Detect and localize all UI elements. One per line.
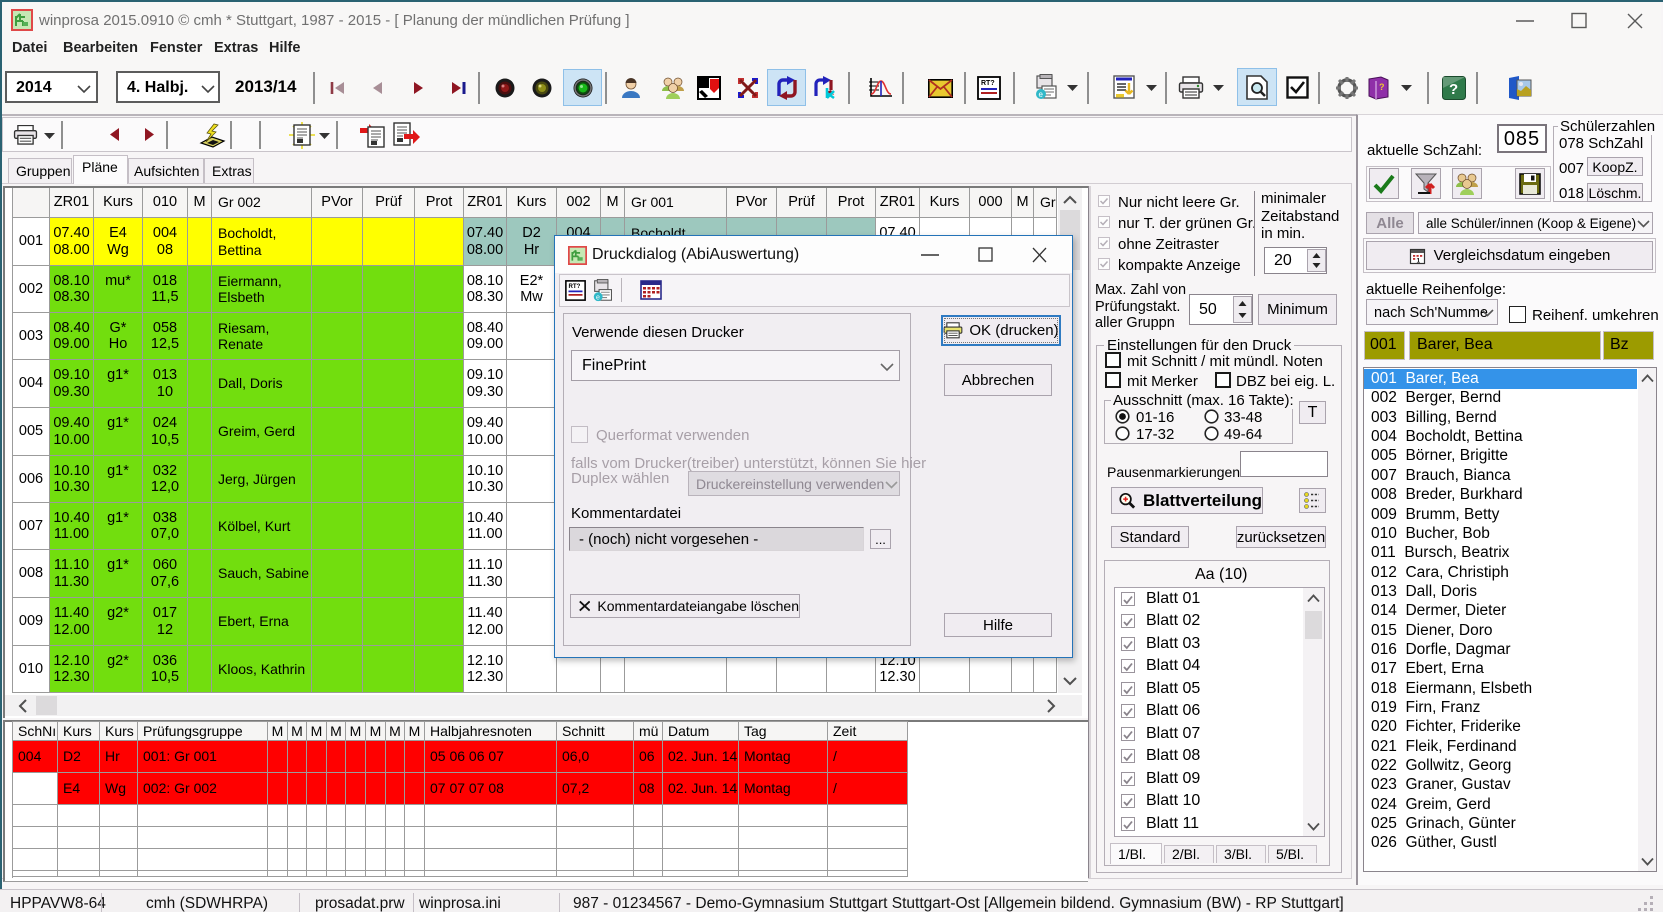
svg-text:1: 1 [1416, 257, 1420, 264]
svg-text:e: e [596, 294, 600, 301]
svg-text:?: ? [1449, 81, 1458, 98]
svg-text:?: ? [1379, 82, 1385, 92]
svg-text:RT?: RT? [981, 80, 995, 87]
svg-text:e: e [1039, 90, 1044, 99]
svg-text:RT?: RT? [569, 283, 581, 290]
